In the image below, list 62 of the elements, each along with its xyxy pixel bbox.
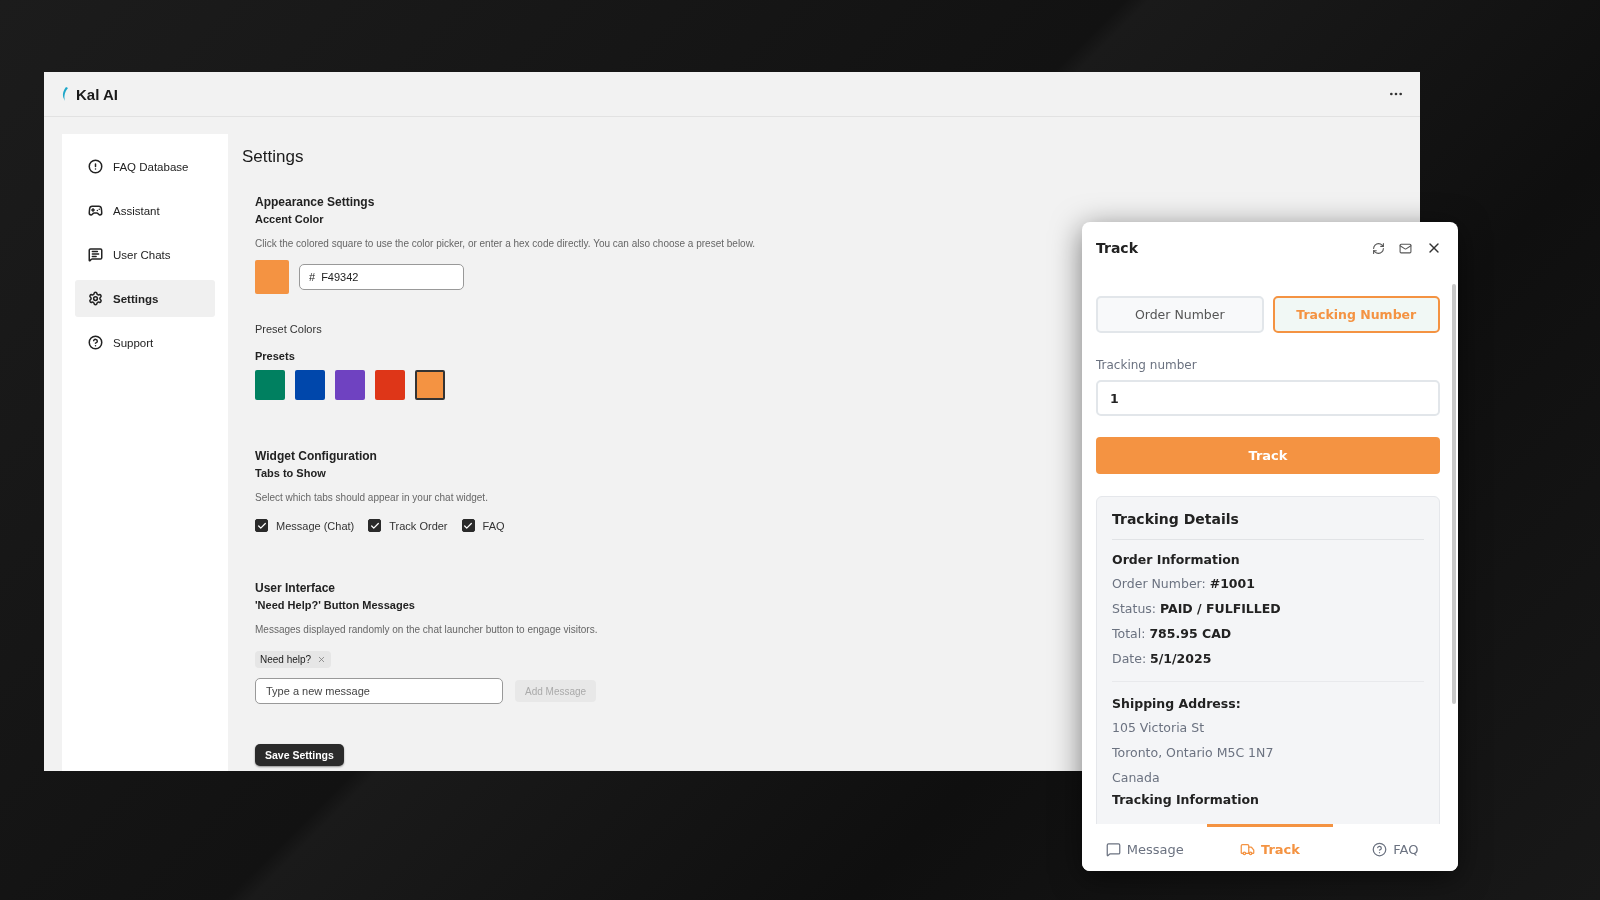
address-line: Canada — [1112, 770, 1161, 786]
page-title: Settings — [242, 147, 305, 167]
shipping-heading: Shipping Address: — [1112, 696, 1242, 711]
section-subtitle: 'Need Help?' Button Messages — [255, 598, 415, 613]
address-line: Toronto, Ontario M5C 1N7 — [1112, 745, 1275, 761]
preset-swatch[interactable] — [335, 370, 365, 400]
new-message-input[interactable]: Type a new message — [255, 678, 503, 704]
section-title: User Interface — [255, 580, 336, 597]
checkbox[interactable] — [461, 519, 475, 532]
widget-title: Track — [1096, 240, 1138, 256]
help-icon — [88, 335, 103, 350]
address-line: 105 Victoria St — [1112, 720, 1206, 736]
section-subtitle: Accent Color — [255, 212, 324, 227]
tracking-heading: Tracking Information — [1112, 792, 1260, 807]
preset-swatch[interactable] — [375, 370, 405, 400]
order-field: Status: PAID / FULFILLED — [1112, 601, 1424, 617]
mail-icon[interactable] — [1399, 241, 1412, 255]
preset-swatch[interactable] — [255, 370, 285, 400]
truck-icon — [1240, 841, 1255, 857]
sidebar-item[interactable]: Assistant — [75, 192, 215, 229]
gamepad-icon — [88, 203, 103, 218]
mode-tab[interactable]: Order Number — [1096, 296, 1264, 333]
chat-icon — [88, 247, 103, 262]
section-description: Click the colored square to use the color picker, or enter a hex code directly. You can also choose a preset below. — [255, 237, 756, 251]
chat-icon — [1105, 841, 1121, 857]
tag-text: Need help? — [260, 654, 312, 665]
nav-tab[interactable]: FAQ — [1332, 824, 1458, 871]
help-icon — [1372, 841, 1388, 857]
order-heading: Order Information — [1112, 552, 1241, 567]
preset-swatch[interactable] — [415, 370, 445, 400]
preset-swatch[interactable] — [295, 370, 325, 400]
section-description: Messages displayed randomly on the chat launcher button to engage visitors. — [255, 623, 598, 637]
checkbox-label: Message (Chat) — [276, 519, 355, 532]
app-title: Kal AI — [76, 85, 118, 103]
settings-icon — [88, 291, 103, 306]
preset-colors-label: Preset Colors — [255, 323, 322, 335]
sidebar-item[interactable]: FAQ Database — [75, 148, 215, 185]
save-settings-button[interactable]: Save Settings — [255, 744, 344, 766]
section-subtitle: Tabs to Show — [255, 466, 326, 481]
sidebar-item[interactable]: User Chats — [75, 236, 215, 273]
presets-title: Presets — [255, 349, 295, 364]
order-field: Total: 785.95 CAD — [1112, 626, 1424, 642]
checkbox-label: Track Order — [389, 519, 448, 532]
nav-tab[interactable]: Message — [1082, 824, 1208, 871]
accent-color-swatch[interactable] — [255, 260, 289, 294]
order-field: Date: 5/1/2025 — [1112, 651, 1424, 667]
field-label: Tracking number — [1096, 358, 1198, 372]
alert-icon — [88, 159, 103, 174]
sidebar-item[interactable]: Settings — [75, 280, 215, 317]
refresh-icon[interactable] — [1372, 241, 1385, 255]
section-title: Appearance Settings — [255, 194, 375, 211]
checkbox[interactable] — [368, 519, 382, 532]
drop-logo-icon — [62, 87, 68, 101]
checkbox-label: FAQ — [482, 519, 505, 532]
checkbox[interactable] — [255, 519, 268, 532]
section-description: Select which tabs should appear in your chat widget. — [255, 491, 488, 505]
sidebar-item[interactable]: Support — [75, 324, 215, 361]
hex-input-field[interactable]: # F49342 — [299, 264, 464, 290]
card-title: Tracking Details — [1112, 511, 1424, 540]
section-title: Widget Configuration — [255, 448, 377, 465]
tracking-number-input[interactable]: 1 — [1096, 380, 1440, 416]
order-field: Order Number: #1001 — [1112, 576, 1424, 592]
